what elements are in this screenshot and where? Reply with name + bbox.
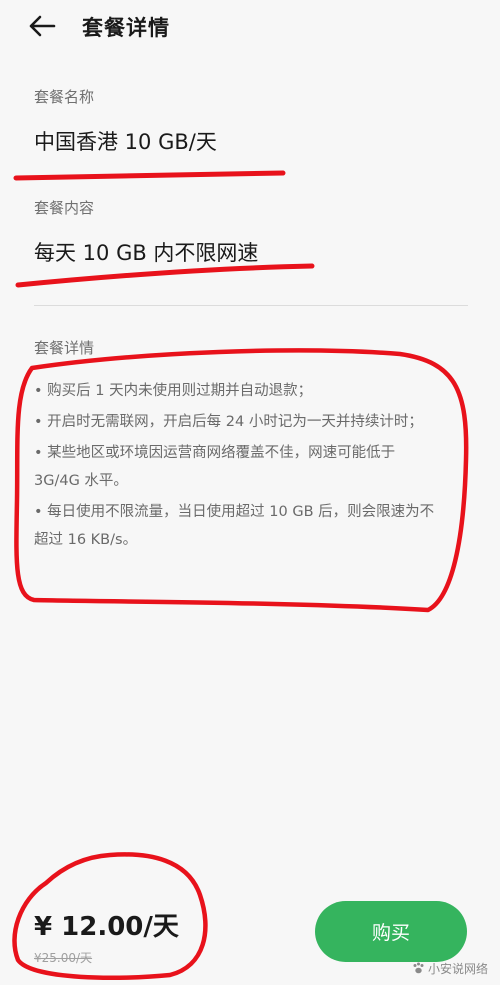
current-price: ¥ 12.00/天 (34, 912, 179, 942)
detail-item: • 某些地区或环境因运营商网络覆盖不佳，网速可能低于 3G/4G 水平。 (34, 445, 396, 489)
watermark-text: 小安说网络 (427, 962, 488, 976)
watermark: 小安说网络 (412, 960, 488, 977)
plan-content-label: 套餐内容 (34, 199, 95, 217)
detail-item: • 购买后 1 天内未使用则过期并自动退款； (34, 383, 313, 399)
original-price: ¥25.00/天 (34, 951, 93, 965)
plan-name-label: 套餐名称 (34, 88, 95, 106)
plan-details-list: • 购买后 1 天内未使用则过期并自动退款； • 开启时无需联网，开启后每 24… (34, 377, 440, 557)
price-area: ¥ 12.00/天 ¥25.00/天 (34, 906, 179, 966)
underline-plan-content (15, 263, 315, 288)
plan-name-value: 中国香港 10 GB/天 (34, 130, 217, 154)
detail-item: • 开启时无需联网，开启后每 24 小时记为一天并持续计时； (34, 414, 423, 430)
section-divider (34, 305, 468, 306)
underline-plan-name (13, 170, 286, 181)
detail-item: • 每日使用不限流量，当日使用超过 10 GB 后，则会限速为不超过 16 KB… (34, 504, 435, 548)
paw-icon (413, 962, 424, 974)
plan-details-screen: 套餐详情 套餐名称 中国香港 10 GB/天 套餐内容 每天 10 GB 内不限… (0, 0, 500, 985)
top-bar: 套餐详情 (0, 0, 500, 52)
buy-button[interactable]: 购买 (315, 901, 467, 962)
plan-details-label: 套餐详情 (34, 339, 95, 357)
page-title: 套餐详情 (82, 16, 170, 40)
arrow-left-icon (29, 15, 56, 37)
back-button[interactable] (22, 8, 62, 44)
plan-content-value: 每天 10 GB 内不限网速 (34, 241, 259, 265)
